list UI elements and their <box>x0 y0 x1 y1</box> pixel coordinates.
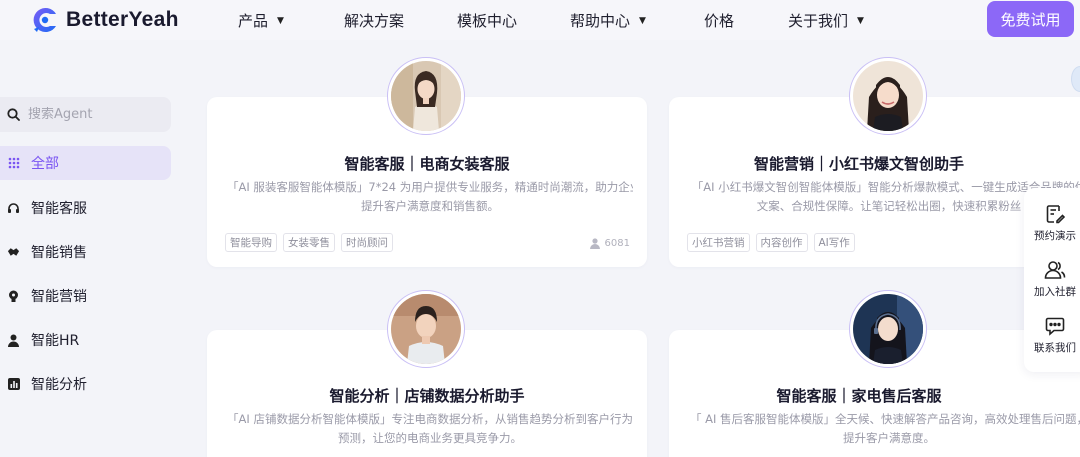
nav-templates[interactable]: 模板中心 <box>457 10 517 31</box>
card-desc-line: 「 AI 售后客服智能体模版」全天候、快速解答产品咨询，高效处理售后问题， <box>689 412 1080 426</box>
sidebar-item-all[interactable]: 全部 <box>0 146 171 180</box>
nav-help[interactable]: 帮助中心 ▼ <box>570 10 646 31</box>
join-community-button[interactable]: 加入社群 <box>1024 260 1080 312</box>
card-description: 「AI 服装客服智能体模版」7*24 为用户提供专业服务，精通时尚潮流，助力企业… <box>227 178 633 216</box>
sidebar-item-label: 智能销售 <box>31 245 87 261</box>
join-community-label: 加入社群 <box>1034 286 1076 298</box>
tag[interactable]: AI写作 <box>813 233 855 252</box>
card-title: 智能客服｜电商女装客服 <box>344 155 510 173</box>
card-tags: 小红书营销 内容创作 AI写作 <box>687 233 855 252</box>
headset-icon <box>7 202 20 215</box>
person-icon <box>7 334 20 347</box>
nav-products[interactable]: 产品 ▼ <box>238 10 284 31</box>
handshake-icon <box>7 246 20 259</box>
card-desc-line: 「AI 小红书爆文智创智能体模版」智能分析爆款模式、一键生成适合品牌的优 <box>691 180 1080 194</box>
avatar-man-analyst-icon <box>391 294 461 364</box>
nav-products-label: 产品 <box>238 12 269 30</box>
nav-solutions-label: 解决方案 <box>344 12 405 30</box>
chat-icon <box>1045 316 1065 336</box>
book-demo-label: 预约演示 <box>1034 230 1076 242</box>
card-title: 智能客服｜家电售后客服 <box>776 387 942 405</box>
edit-doc-icon <box>1045 204 1065 224</box>
brand-logo[interactable]: BetterYeah <box>30 5 179 35</box>
contact-us-button[interactable]: 联系我们 <box>1024 316 1080 368</box>
usage-count: 6081 <box>589 238 630 249</box>
free-trial-button[interactable]: 免费试用 <box>987 1 1074 37</box>
logo-mark-icon <box>30 5 60 35</box>
card-avatar <box>849 57 927 135</box>
sidebar-item-label: 智能客服 <box>31 201 87 217</box>
sidebar-item-customer-service[interactable]: 智能客服 <box>0 191 171 225</box>
caret-down-icon: ▼ <box>639 15 646 26</box>
avatar-woman-smiling-icon <box>853 61 923 131</box>
sidebar-item-label: 全部 <box>31 156 59 172</box>
nav-pricing-label: 价格 <box>704 12 735 30</box>
tag[interactable]: 时尚顾问 <box>341 233 393 252</box>
search-icon <box>7 108 20 121</box>
usage-count-value: 6081 <box>604 238 630 249</box>
tag[interactable]: 内容创作 <box>755 233 808 252</box>
caret-down-icon: ▼ <box>277 15 284 26</box>
people-icon <box>1044 260 1066 280</box>
sidebar-item-analytics[interactable]: 智能分析 <box>0 367 171 401</box>
sidebar-item-sales[interactable]: 智能销售 <box>0 235 171 269</box>
card-desc-line: 预测，让您的电商业务更具竞争力。 <box>338 431 522 445</box>
sidebar-item-label: 智能HR <box>31 333 80 349</box>
tag[interactable]: 小红书营销 <box>687 233 750 252</box>
floating-contact-panel: 预约演示 加入社群 联系我们 <box>1024 188 1080 372</box>
avatar-woman-fashion-icon <box>391 61 461 131</box>
search-input[interactable] <box>28 107 158 122</box>
lightbulb-icon <box>7 290 20 303</box>
book-demo-button[interactable]: 预约演示 <box>1024 204 1080 256</box>
card-title: 智能营销｜小红书爆文智创助手 <box>753 155 964 173</box>
card-description: 「 AI 售后客服智能体模版」全天候、快速解答产品咨询，高效处理售后问题， 提升… <box>689 410 1080 448</box>
grid-icon <box>7 157 20 170</box>
nav-solutions[interactable]: 解决方案 <box>344 10 404 31</box>
sidebar-item-label: 智能营销 <box>31 289 87 305</box>
tag[interactable]: 智能导购 <box>225 233 277 252</box>
tag[interactable]: 女装零售 <box>283 233 335 252</box>
nav-pricing[interactable]: 价格 <box>704 10 734 31</box>
card-avatar <box>387 290 465 368</box>
card-description: 「AI 小红书爆文智创智能体模版」智能分析爆款模式、一键生成适合品牌的优 文案、… <box>689 178 1080 216</box>
avatar-woman-headset-icon <box>853 294 923 364</box>
card-desc-line: 「AI 服装客服智能体模版」7*24 为用户提供专业服务，精通时尚潮流，助力企业 <box>227 180 633 194</box>
card-title: 智能分析｜店铺数据分析助手 <box>329 387 525 405</box>
caret-down-icon: ▼ <box>857 15 864 26</box>
nav-help-label: 帮助中心 <box>570 12 631 30</box>
nav-templates-label: 模板中心 <box>457 12 518 30</box>
nav-about-label: 关于我们 <box>788 12 849 30</box>
sidebar-item-label: 智能分析 <box>31 377 87 393</box>
top-navigation: BetterYeah 产品 ▼ 解决方案 模板中心 帮助中心 ▼ 价格 关于我们… <box>0 0 1080 40</box>
card-tags: 智能导购 女装零售 时尚顾问 <box>225 233 393 252</box>
card-desc-line: 文案、合规性保障。让笔记轻松出圈，快速积累粉丝 <box>756 199 1022 213</box>
nav-about[interactable]: 关于我们 ▼ <box>788 10 864 31</box>
edge-avatar-partial <box>1071 66 1080 92</box>
contact-us-label: 联系我们 <box>1034 342 1076 354</box>
sidebar-item-hr[interactable]: 智能HR <box>0 323 171 357</box>
card-avatar <box>387 57 465 135</box>
card-avatar <box>849 290 927 368</box>
card-desc-line: 「AI 店铺数据分析智能体模版」专注电商数据分析，从销售趋势分析到客户行为 <box>227 412 633 426</box>
bar-chart-icon <box>7 378 20 391</box>
card-desc-line: 提升客户满意度。 <box>843 431 935 445</box>
card-description: 「AI 店铺数据分析智能体模版」专注电商数据分析，从销售趋势分析到客户行为 预测… <box>227 410 633 448</box>
sidebar-item-marketing[interactable]: 智能营销 <box>0 279 171 313</box>
brand-name: BetterYeah <box>66 8 179 31</box>
agent-search[interactable] <box>0 97 171 132</box>
user-icon <box>589 238 600 249</box>
card-desc-line: 提升客户满意度和销售额。 <box>361 199 499 213</box>
